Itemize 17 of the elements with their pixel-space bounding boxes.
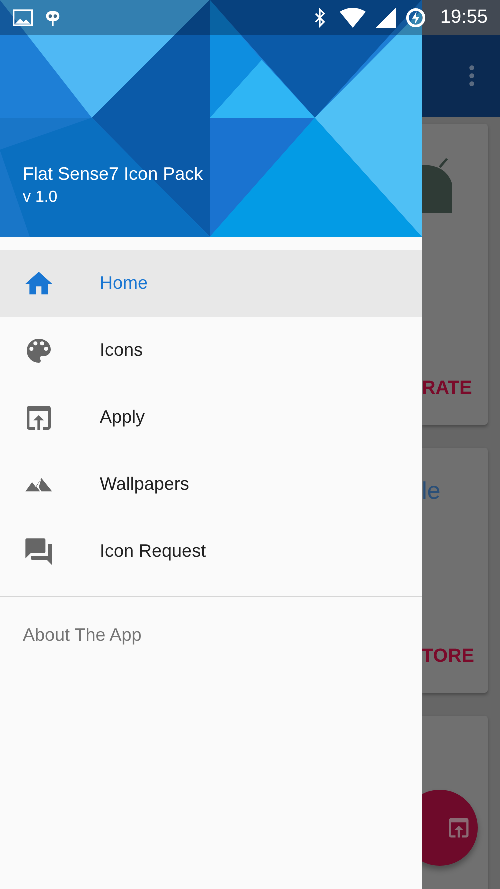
drawer-item[interactable]: Icons xyxy=(0,317,422,384)
card-title: le xyxy=(422,478,442,506)
clock: 19:55 xyxy=(440,6,488,28)
drawer-item[interactable]: Apply xyxy=(0,384,422,451)
about-link[interactable]: About The App xyxy=(0,625,142,646)
drawer-item[interactable]: Icon Request xyxy=(0,518,422,585)
signal-icon xyxy=(376,8,396,28)
chat-icon xyxy=(23,536,55,568)
app-title: Flat Sense7 Icon Pack xyxy=(23,164,204,185)
wifi-icon xyxy=(340,8,366,28)
robot-drawing xyxy=(422,156,452,216)
battery-charging-icon xyxy=(406,8,426,28)
drawer-item[interactable]: Wallpapers xyxy=(0,451,422,518)
drawer-item[interactable]: Home xyxy=(0,250,422,317)
image-icon xyxy=(13,8,33,28)
more-icon[interactable] xyxy=(469,65,475,87)
app-version: v 1.0 xyxy=(23,189,59,207)
